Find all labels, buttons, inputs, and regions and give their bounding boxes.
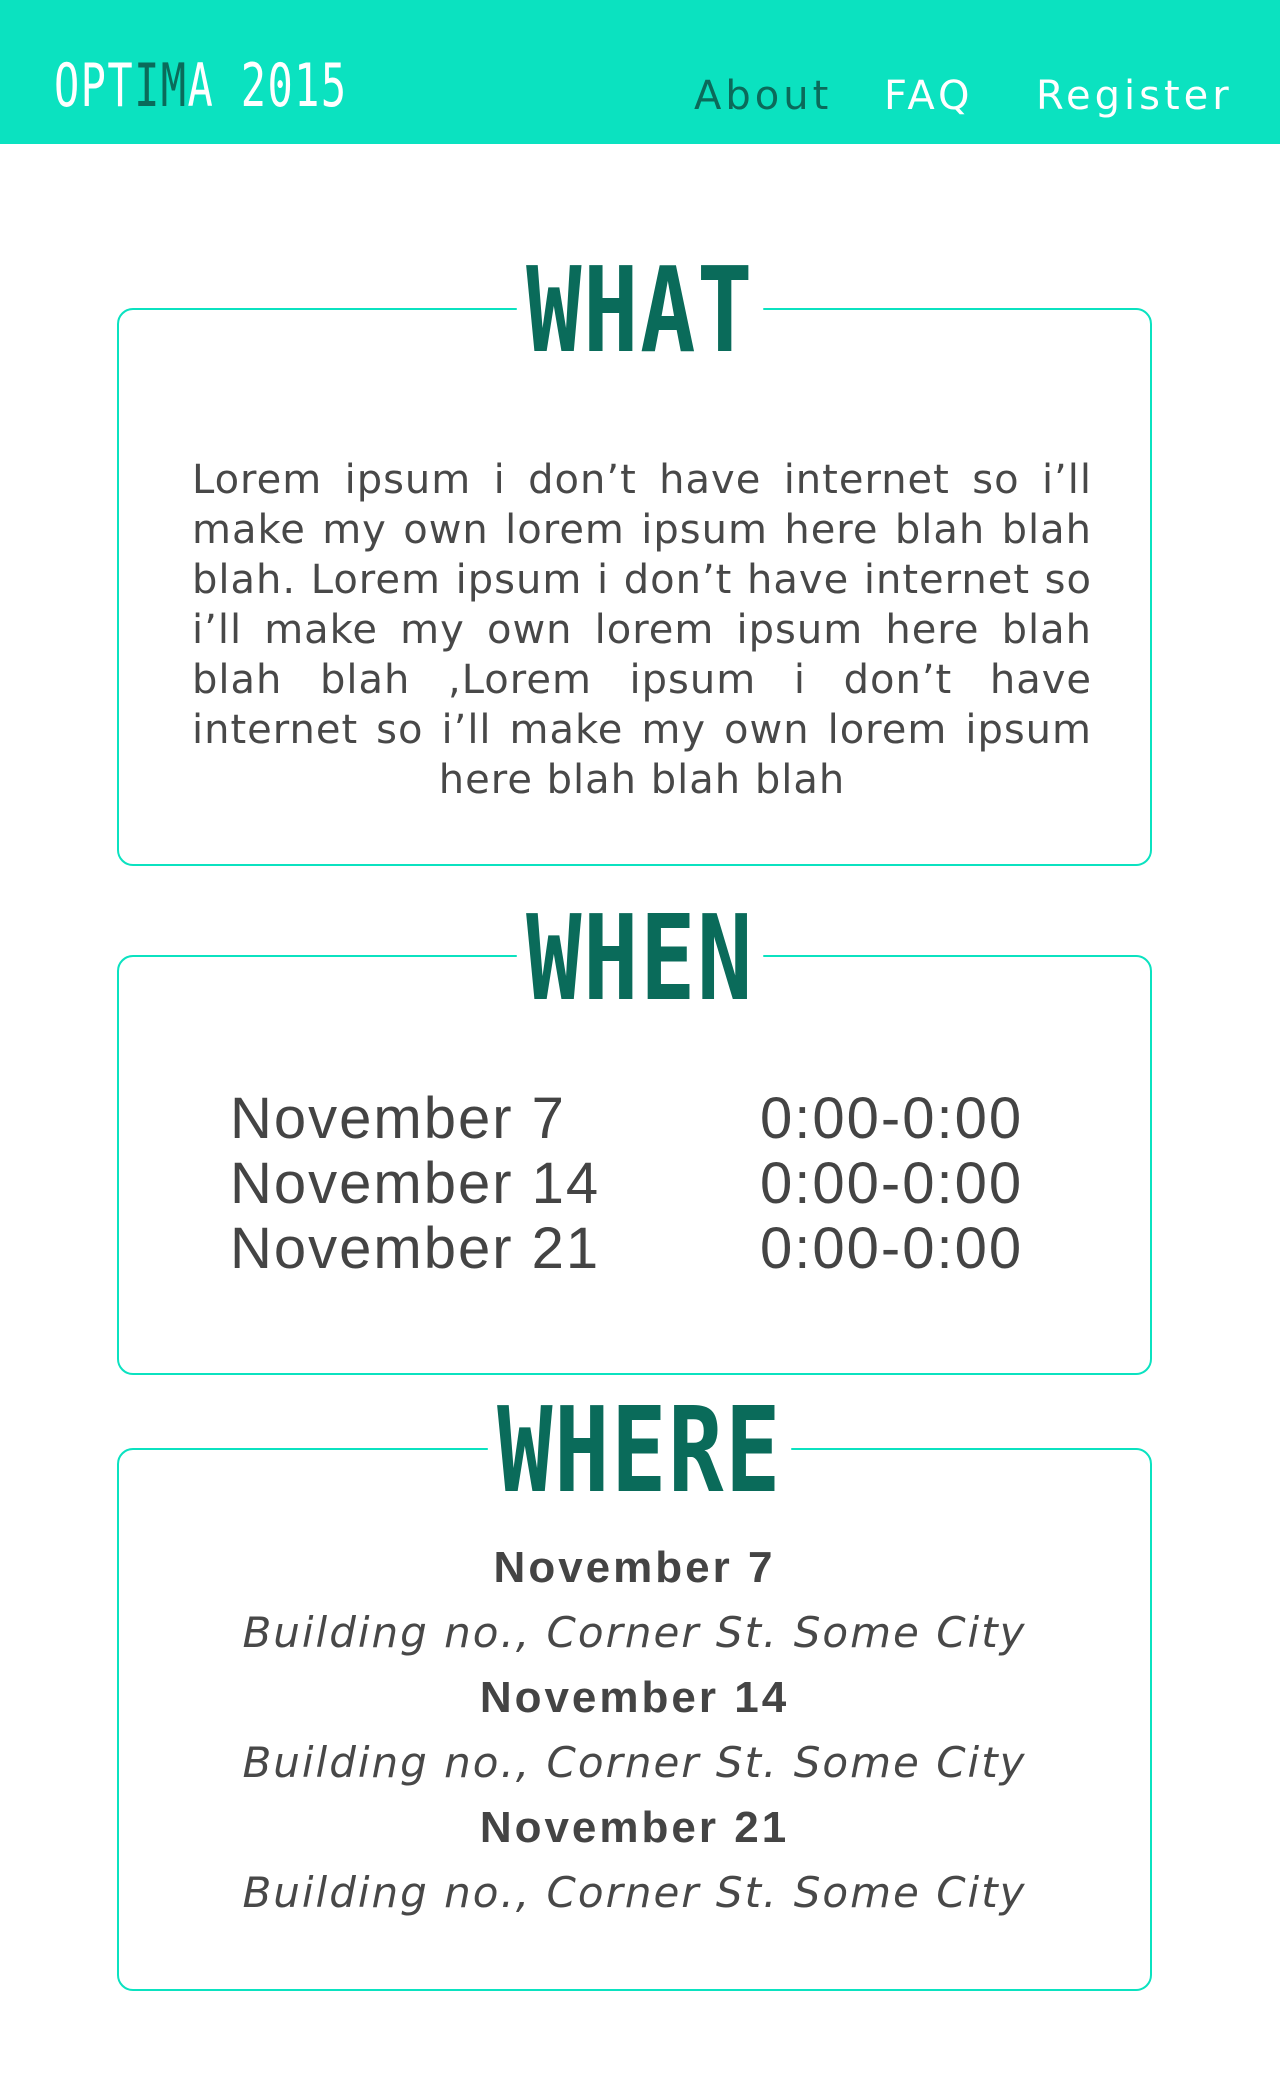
schedule-table: November 7 0:00-0:00 November 14 0:00-0:… xyxy=(230,1086,1060,1281)
nav-link-faq[interactable]: FAQ xyxy=(884,66,973,126)
what-heading: WHAT xyxy=(0,250,1280,370)
schedule-time: 0:00-0:00 xyxy=(760,1086,1024,1151)
what-description: Lorem ipsum i don’t have internet so i’l… xyxy=(192,457,1092,803)
venue-address: Building no., Corner St. Some City xyxy=(242,1738,1027,1787)
schedule-row: November 14 0:00-0:00 xyxy=(230,1151,1060,1216)
venue-date: November 14 xyxy=(479,1673,790,1722)
venue-item: November 21 Building no., Corner St. Som… xyxy=(117,1796,1152,1926)
venue-address: Building no., Corner St. Some City xyxy=(242,1868,1027,1917)
what-heading-text: WHAT xyxy=(516,250,764,370)
schedule-time: 0:00-0:00 xyxy=(760,1151,1024,1216)
venue-item: November 7 Building no., Corner St. Some… xyxy=(117,1536,1152,1666)
schedule-date: November 21 xyxy=(230,1216,601,1281)
site-header: OPTIMA 2015 About FAQ Register xyxy=(0,0,1280,144)
venue-date: November 21 xyxy=(479,1803,790,1852)
where-heading-text: WHERE xyxy=(488,1390,792,1510)
schedule-row: November 21 0:00-0:00 xyxy=(230,1216,1060,1281)
nav-link-about[interactable]: About xyxy=(694,66,832,126)
venue-address: Building no., Corner St. Some City xyxy=(242,1608,1027,1657)
schedule-time: 0:00-0:00 xyxy=(760,1216,1024,1281)
schedule-date: November 14 xyxy=(230,1151,601,1216)
where-heading: WHERE xyxy=(0,1390,1280,1510)
nav-link-register[interactable]: Register xyxy=(1036,66,1233,126)
logo-text-accent: IM xyxy=(134,51,188,121)
logo-text-main: OPT xyxy=(54,51,135,121)
schedule-date: November 7 xyxy=(230,1086,566,1151)
venue-date: November 7 xyxy=(493,1543,776,1592)
when-heading-text: WHEN xyxy=(516,898,764,1018)
when-heading: WHEN xyxy=(0,898,1280,1018)
logo-text-tail: A 2015 xyxy=(187,51,348,121)
site-logo[interactable]: OPTIMA 2015 xyxy=(54,50,348,122)
venue-list: November 7 Building no., Corner St. Some… xyxy=(117,1536,1152,1926)
schedule-row: November 7 0:00-0:00 xyxy=(230,1086,1060,1151)
venue-item: November 14 Building no., Corner St. Som… xyxy=(117,1666,1152,1796)
